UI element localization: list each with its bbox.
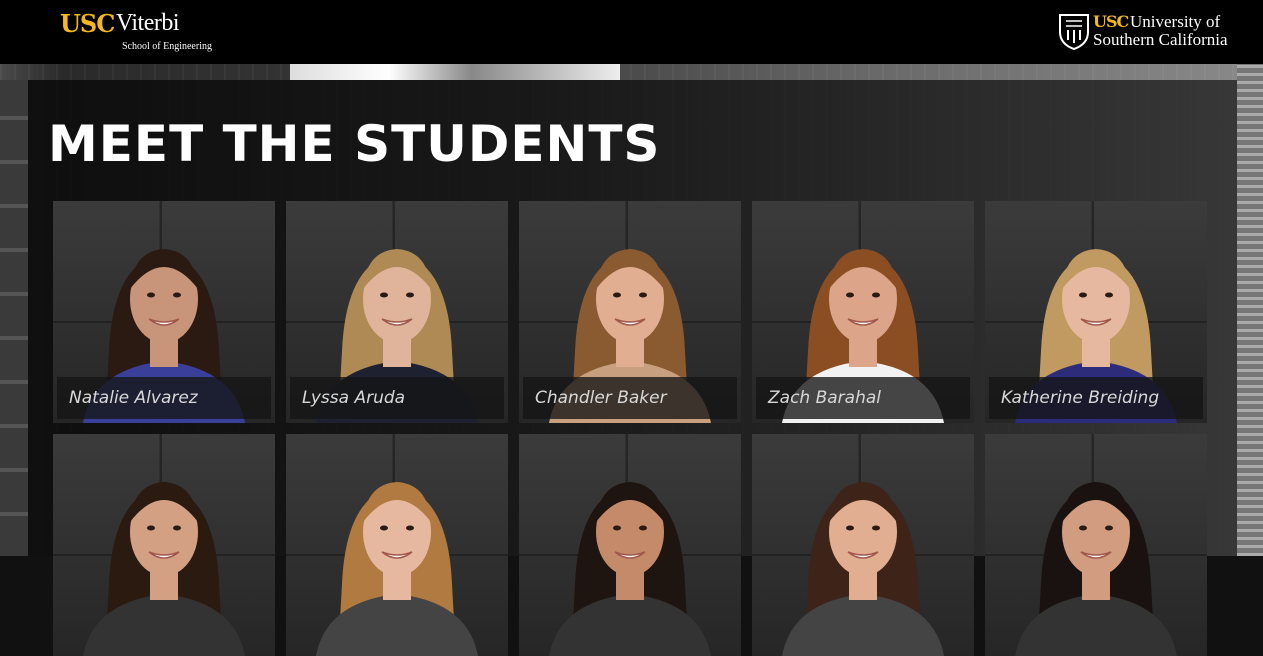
viterbi-logo-brand: USC [60,9,115,38]
student-name: Katherine Breiding [1001,388,1160,408]
student-name: Zach Barahal [768,388,881,408]
background-right-building [1237,64,1263,556]
student-card[interactable] [53,434,275,656]
usc-viterbi-logo[interactable]: USC Viterbi School of Engineering [60,9,220,55]
student-card[interactable] [985,434,1207,656]
student-card[interactable] [752,434,974,656]
background-left-building [0,80,28,556]
student-name-caption: Natalie Alvarez [57,377,271,419]
student-name-caption: Lyssa Aruda [290,377,504,419]
background-light-band [290,64,620,80]
student-card[interactable]: Zach Barahal [752,201,974,423]
student-name-caption: Chandler Baker [523,377,737,419]
student-name: Natalie Alvarez [69,388,198,408]
usc-university-logo[interactable]: USC University of Southern California [1058,12,1238,54]
student-card[interactable] [519,434,741,656]
student-card[interactable] [286,434,508,656]
student-card[interactable]: Natalie Alvarez [53,201,275,423]
student-photo [83,482,245,656]
student-photo [316,482,478,656]
viterbi-logo-name: Viterbi [116,10,180,36]
student-name-caption: Zach Barahal [756,377,970,419]
student-name: Lyssa Aruda [302,388,406,408]
page-title: MEET THE STUDENTS [48,115,661,173]
student-photo [782,482,944,656]
student-name-caption: Katherine Breiding [989,377,1203,419]
usc-logo-brand: USC [1093,12,1129,31]
student-photo [1015,482,1177,656]
student-card[interactable]: Katherine Breiding [985,201,1207,423]
student-name: Chandler Baker [535,388,667,408]
student-card[interactable]: Lyssa Aruda [286,201,508,423]
usc-logo-line2: Southern California [1093,30,1228,49]
usc-logo-line1: University of [1130,12,1221,31]
student-card[interactable]: Chandler Baker [519,201,741,423]
usc-seal-icon [1059,14,1089,50]
viterbi-logo-subtitle: School of Engineering [122,41,212,52]
student-photo [549,482,711,656]
